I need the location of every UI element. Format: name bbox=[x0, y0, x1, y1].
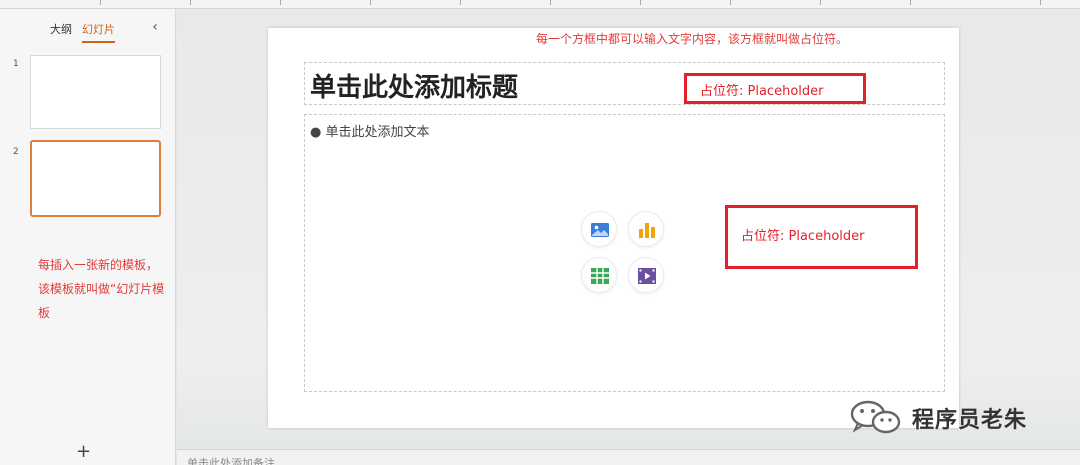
slide-thumbnail-2[interactable] bbox=[30, 140, 161, 217]
chart-icon bbox=[639, 223, 655, 238]
wechat-logo-icon bbox=[850, 400, 901, 434]
slides-sidebar: 大纲 幻灯片 ‹ 1 2 每插入一张新的模板，该模板就叫做“幻灯片模板 + bbox=[0, 9, 176, 465]
slide-thumbnail-1[interactable] bbox=[30, 55, 161, 129]
ruler-tick bbox=[370, 0, 371, 5]
table-icon bbox=[591, 268, 609, 284]
slide-canvas-area: 每一个方框中都可以输入文字内容，该方框就叫做占位符。 单击此处添加标题 ● 单击… bbox=[177, 9, 1080, 449]
placeholder-annotation: 每一个方框中都可以输入文字内容，该方框就叫做占位符。 bbox=[536, 32, 849, 46]
insert-table-button[interactable] bbox=[581, 257, 617, 293]
top-ruler bbox=[0, 0, 1080, 9]
placeholder-callout-title: 占位符: Placeholder bbox=[684, 73, 866, 104]
title-placeholder-text: 单击此处添加标题 bbox=[310, 73, 519, 103]
ruler-tick bbox=[730, 0, 731, 5]
tab-slides[interactable]: 幻灯片 bbox=[82, 21, 115, 43]
picture-icon bbox=[591, 223, 609, 237]
slide-number: 2 bbox=[13, 147, 19, 157]
callout-label: 占位符: Placeholder bbox=[741, 229, 865, 244]
slide-number: 1 bbox=[13, 59, 19, 69]
slide-canvas: 每一个方框中都可以输入文字内容，该方框就叫做占位符。 单击此处添加标题 ● 单击… bbox=[268, 28, 959, 428]
ruler-tick bbox=[640, 0, 641, 5]
ruler-tick bbox=[910, 0, 911, 5]
watermark-text: 程序员老朱 bbox=[912, 408, 1028, 433]
notes-pane[interactable]: 单击此处添加备注 bbox=[177, 449, 1080, 465]
ruler-tick bbox=[1040, 0, 1041, 5]
collapse-sidebar-button[interactable]: ‹ bbox=[148, 19, 162, 35]
notes-placeholder: 单击此处添加备注 bbox=[187, 457, 275, 465]
sidebar-tabs: 大纲 幻灯片 ‹ bbox=[0, 19, 176, 43]
video-icon bbox=[638, 268, 656, 284]
ruler-tick bbox=[460, 0, 461, 5]
insert-picture-button[interactable] bbox=[581, 211, 617, 247]
ruler-tick bbox=[550, 0, 551, 5]
insert-video-button[interactable] bbox=[628, 257, 664, 293]
add-slide-button[interactable]: + bbox=[76, 441, 91, 462]
ruler-tick bbox=[280, 0, 281, 5]
callout-label: 占位符: Placeholder bbox=[700, 84, 824, 99]
ruler-tick bbox=[100, 0, 101, 5]
body-placeholder-text: ● 单击此处添加文本 bbox=[310, 125, 430, 140]
ruler-tick bbox=[820, 0, 821, 5]
ruler-tick bbox=[190, 0, 191, 5]
placeholder-callout-body: 占位符: Placeholder bbox=[725, 205, 918, 269]
tab-outline[interactable]: 大纲 bbox=[50, 21, 72, 37]
insert-chart-button[interactable] bbox=[628, 211, 664, 247]
sidebar-annotation: 每插入一张新的模板，该模板就叫做“幻灯片模板 bbox=[38, 258, 165, 320]
